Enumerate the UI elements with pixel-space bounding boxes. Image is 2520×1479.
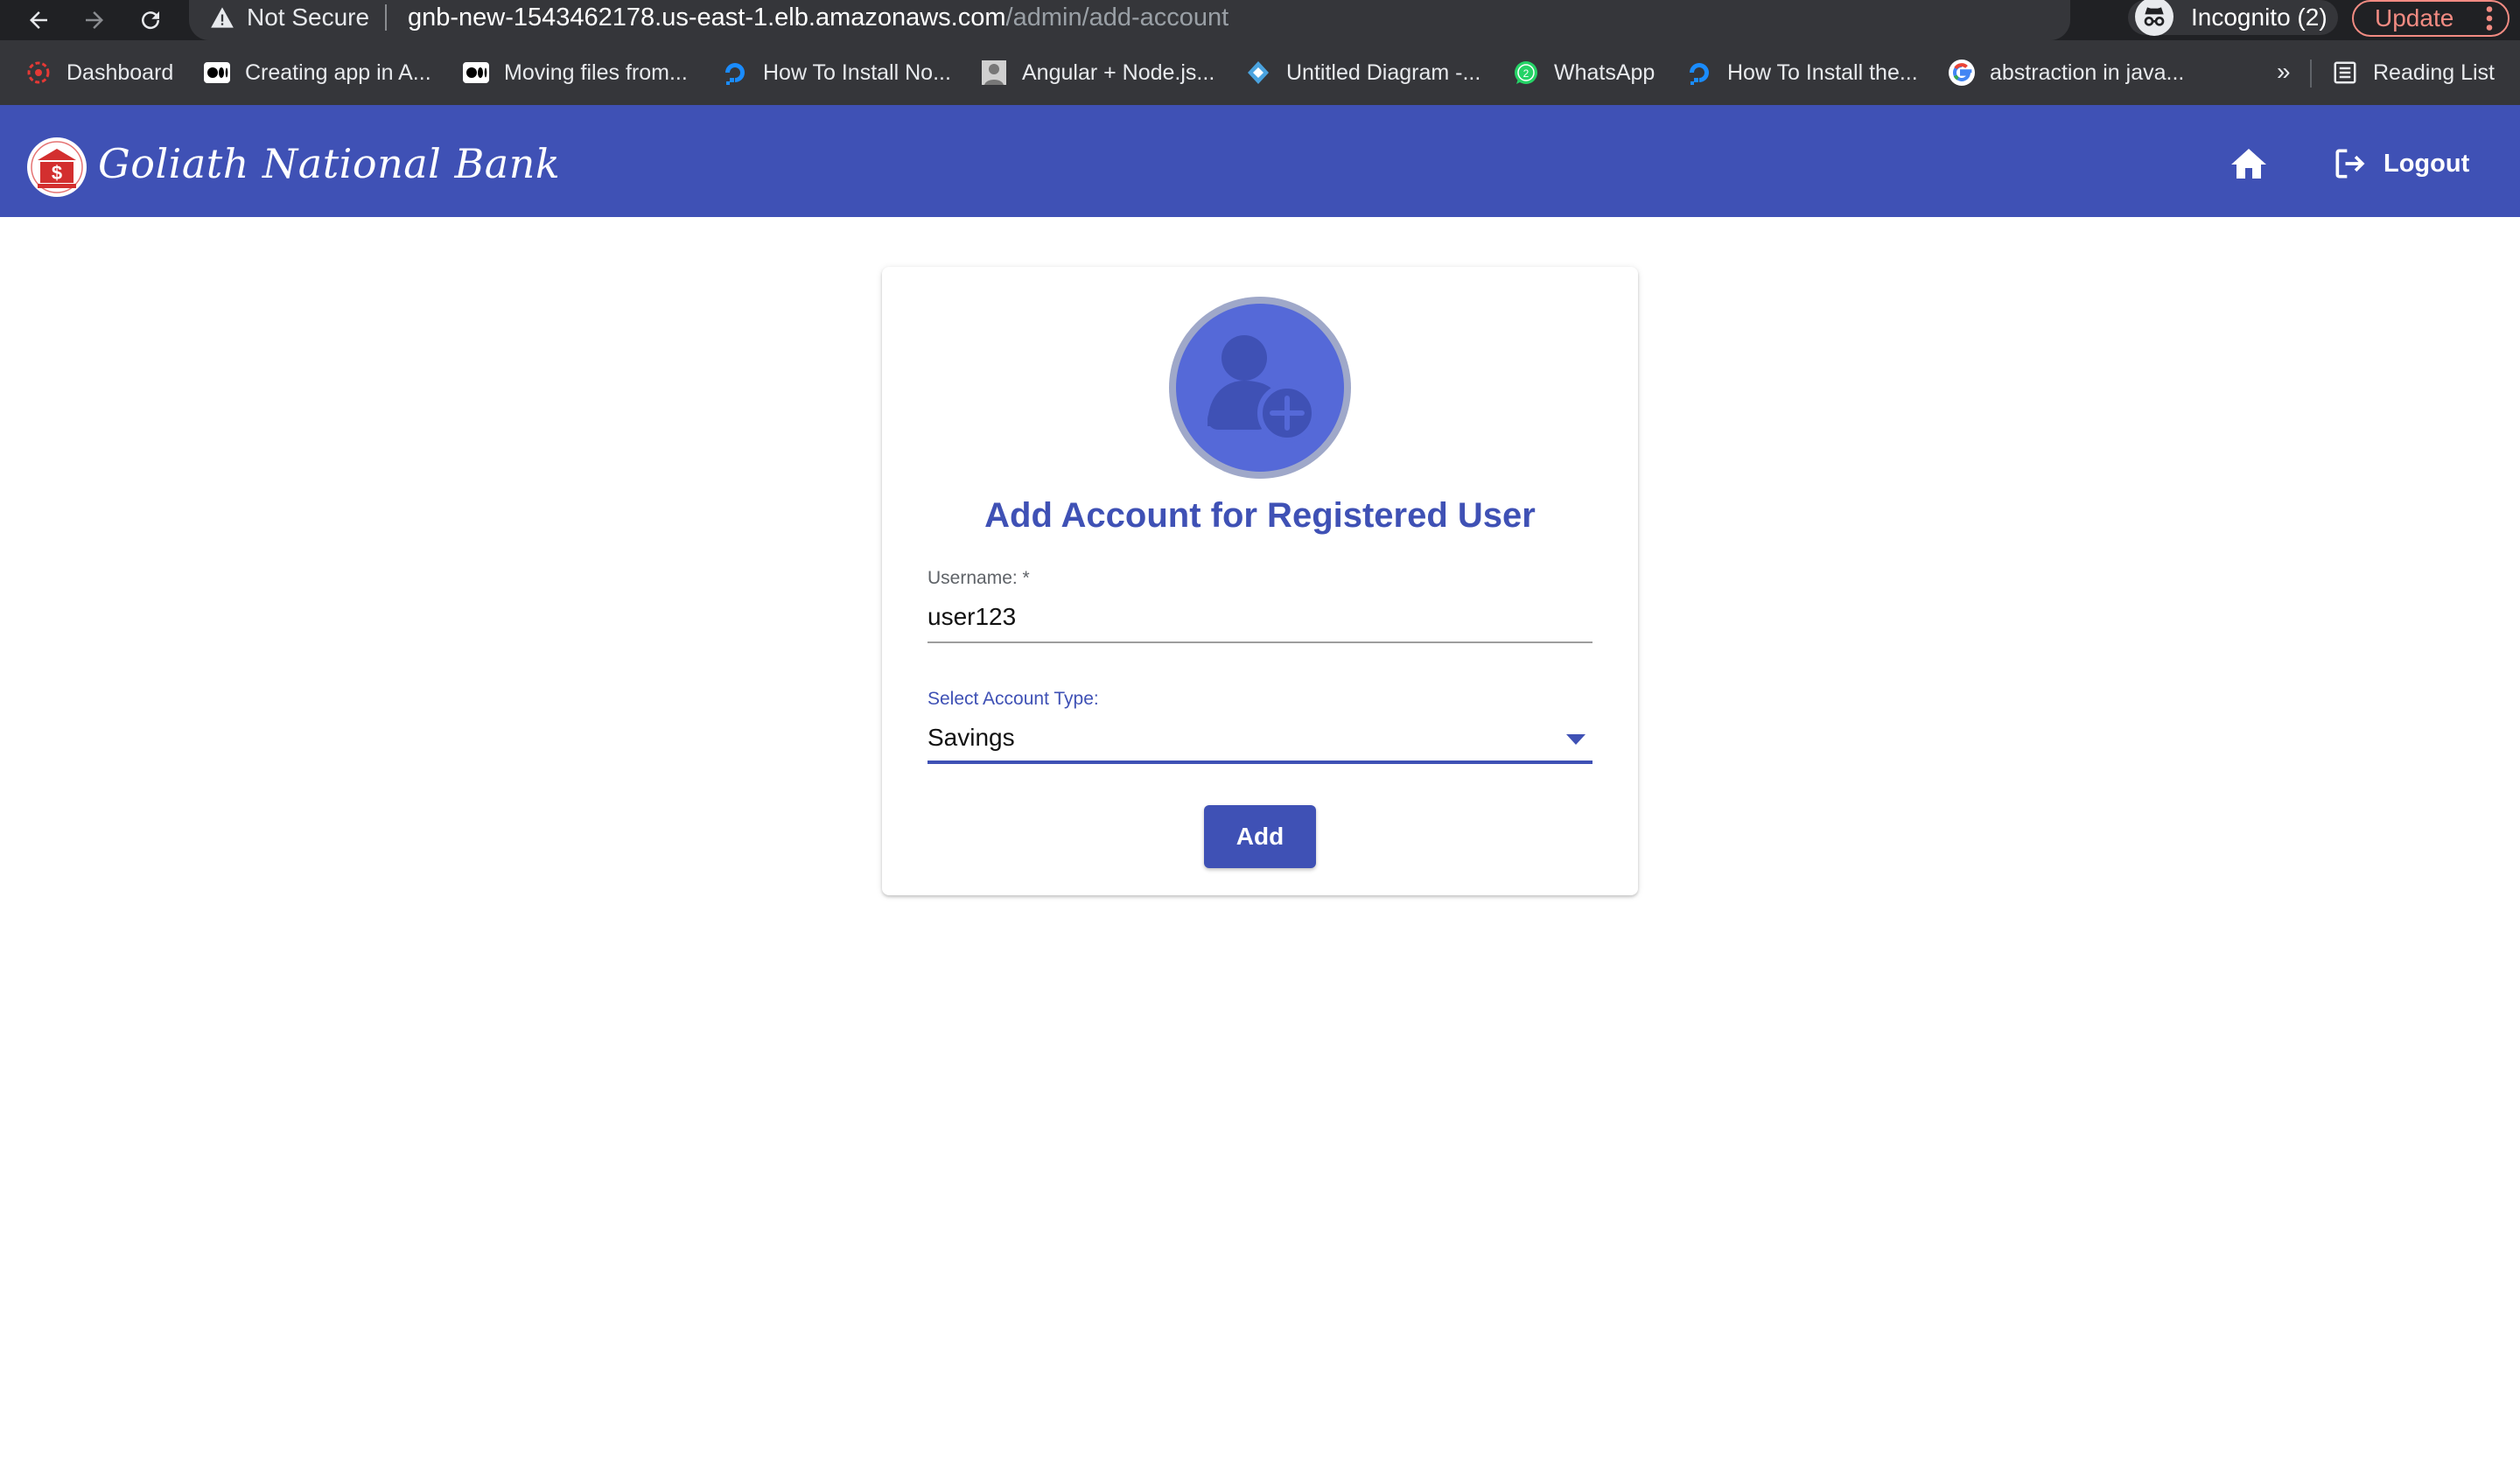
reload-button[interactable] <box>133 3 168 38</box>
page-title: Add Account for Registered User <box>984 496 1536 535</box>
bookmark-item[interactable]: Moving files from... <box>462 58 688 88</box>
url-host: gnb-new-1543462178.us-east-1.elb.amazona… <box>408 4 1006 32</box>
bookmark-label: How To Install the... <box>1727 60 1918 85</box>
whatsapp-icon: 2 <box>1512 59 1540 87</box>
forward-arrow-icon <box>86 11 103 29</box>
add-user-avatar-icon <box>1167 295 1353 480</box>
bookmark-label: abstraction in java... <box>1990 60 2185 85</box>
incognito-indicator[interactable]: Incognito (2) <box>2128 0 2338 36</box>
logout-icon <box>2335 149 2365 179</box>
incognito-icon <box>2135 0 2174 36</box>
bookmark-label: WhatsApp <box>1554 60 1656 85</box>
select-underline <box>928 761 1592 764</box>
divider <box>385 4 388 31</box>
add-button[interactable]: Add <box>1204 805 1316 868</box>
bookmark-item[interactable]: Dashboard <box>24 58 173 88</box>
svg-text:$: $ <box>52 162 62 184</box>
bookmark-item[interactable]: Angular + Node.js... <box>980 58 1214 88</box>
app-toolbar: $ Goliath National Bank Logout <box>0 105 2520 217</box>
brand-name[interactable]: Goliath National Bank <box>98 140 560 187</box>
username-field[interactable]: Username: * user123 <box>928 568 1592 643</box>
back-arrow-icon <box>30 11 47 29</box>
security-label: Not Secure <box>247 4 370 31</box>
home-icon <box>2231 149 2266 179</box>
account-type-label: Select Account Type: <box>928 689 1099 709</box>
bookmark-item[interactable]: How To Install No... <box>721 58 951 88</box>
medium-icon <box>462 59 490 87</box>
input-underline <box>928 641 1592 643</box>
security-indicator[interactable]: Not Secure <box>210 0 388 35</box>
google-icon <box>1948 59 1976 87</box>
incognito-label: Incognito (2) <box>2191 4 2328 31</box>
forward-button[interactable] <box>77 3 112 38</box>
omnibox[interactable]: Not Secure gnb-new-1543462178.us-east-1.… <box>189 0 2286 40</box>
medium-icon <box>203 59 231 87</box>
dropdown-arrow-icon[interactable] <box>1566 734 1586 745</box>
bookmark-label: Moving files from... <box>504 60 688 85</box>
digitalocean-icon <box>1685 59 1713 87</box>
username-label: Username: * <box>928 568 1030 588</box>
bookmark-item[interactable]: 2 WhatsApp <box>1512 58 1655 88</box>
logout-button[interactable]: Logout <box>2331 140 2469 187</box>
dashboard-logo-icon <box>24 59 52 87</box>
bank-logo-icon[interactable]: $ <box>26 137 88 198</box>
bookmarks-bar: Dashboard Creating app in A... Moving fi… <box>0 40 2520 105</box>
browser-address-bar: Not Secure gnb-new-1543462178.us-east-1.… <box>0 0 2520 40</box>
bookmark-item[interactable]: abstraction in java... <box>1948 58 2184 88</box>
reload-icon <box>142 11 160 30</box>
avatar-icon <box>980 59 1008 87</box>
divider <box>2310 60 2312 88</box>
url-text[interactable]: gnb-new-1543462178.us-east-1.elb.amazona… <box>408 0 1228 35</box>
bookmark-label: Angular + Node.js... <box>1022 60 1215 85</box>
diagram-icon <box>1244 59 1272 87</box>
bookmark-item[interactable]: Creating app in A... <box>203 58 431 88</box>
bookmark-item[interactable]: How To Install the... <box>1685 58 1918 88</box>
bookmark-item[interactable]: Untitled Diagram -... <box>1244 58 1480 88</box>
bookmarks-overflow-button[interactable]: » <box>2277 58 2291 86</box>
bookmark-label: How To Install No... <box>763 60 951 85</box>
back-button[interactable] <box>21 3 56 38</box>
reading-list-icon <box>2331 59 2359 87</box>
bookmark-label: Creating app in A... <box>245 60 431 85</box>
home-button[interactable] <box>2228 144 2270 186</box>
update-label: Update <box>2375 4 2454 32</box>
account-type-value[interactable]: Savings <box>928 720 1592 755</box>
reading-list-label: Reading List <box>2373 60 2495 85</box>
reading-list-button[interactable]: Reading List <box>2331 58 2495 88</box>
bookmark-label: Untitled Diagram -... <box>1286 60 1481 85</box>
add-account-card: Add Account for Registered User Username… <box>882 267 1638 895</box>
bookmark-label: Dashboard <box>66 60 174 85</box>
digitalocean-icon <box>721 59 749 87</box>
url-path: /admin/add-account <box>1005 4 1229 32</box>
update-button[interactable]: Update <box>2352 0 2510 37</box>
account-type-select[interactable]: Select Account Type: Savings <box>928 689 1592 764</box>
warning-icon <box>211 7 234 28</box>
username-input[interactable]: user123 <box>928 599 1592 634</box>
more-vert-icon <box>2486 6 2493 31</box>
logout-label: Logout <box>2384 149 2470 178</box>
svg-text:2: 2 <box>1523 67 1530 80</box>
